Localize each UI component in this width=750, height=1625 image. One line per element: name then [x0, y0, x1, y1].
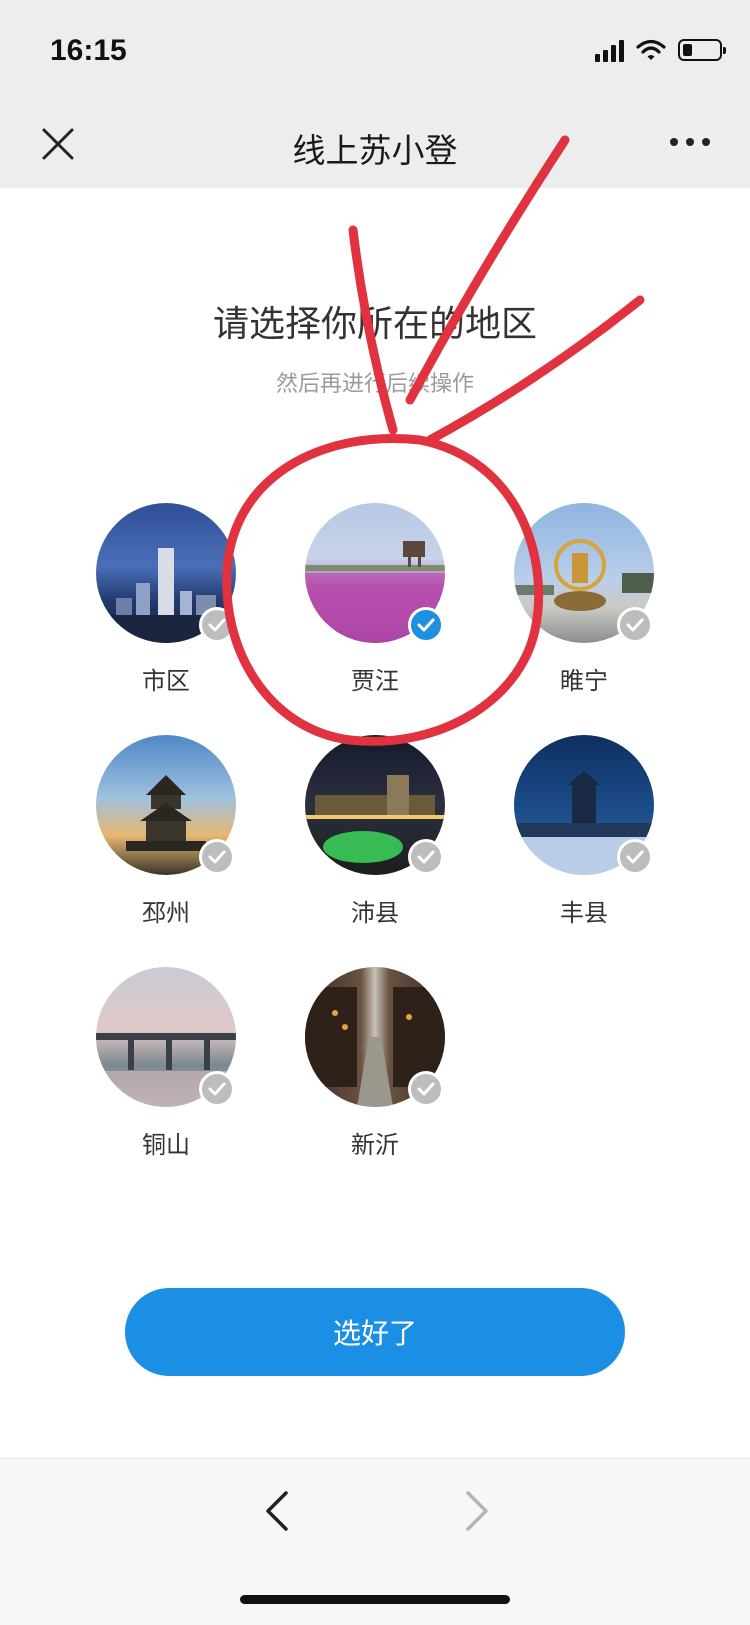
checkmark-icon — [408, 607, 444, 643]
region-option-peixian[interactable]: 沛县 — [295, 735, 455, 935]
checkmark-icon — [199, 607, 235, 643]
signal-icon — [595, 38, 624, 62]
region-label: 丰县 — [560, 899, 608, 927]
home-indicator — [240, 1595, 510, 1604]
status-bar: 16:15 — [0, 0, 750, 100]
region-label: 沛县 — [351, 899, 399, 927]
region-option-jiawang[interactable]: 贾汪 — [295, 503, 455, 703]
wifi-icon — [636, 39, 666, 60]
region-option-fengxian[interactable]: 丰县 — [504, 735, 664, 935]
region-option-tongshan[interactable]: 铜山 — [86, 967, 246, 1167]
region-label: 市区 — [142, 667, 190, 695]
region-label: 贾汪 — [351, 667, 399, 695]
region-option-shiqu[interactable]: 市区 — [86, 503, 246, 703]
region-option-xinyi[interactable]: 新沂 — [295, 967, 455, 1167]
checkmark-icon — [408, 1071, 444, 1107]
page-title: 请选择你所在的地区 — [212, 304, 537, 345]
forward-arrow-icon[interactable] — [462, 1489, 492, 1533]
more-icon[interactable] — [670, 138, 710, 146]
region-option-suining[interactable]: 睢宁 — [504, 503, 664, 703]
checkmark-icon — [199, 1071, 235, 1107]
region-label: 邳州 — [142, 899, 190, 927]
region-label: 铜山 — [142, 1131, 190, 1159]
page-subtitle: 然后再进行后续操作 — [275, 372, 474, 397]
checkmark-icon — [617, 607, 653, 643]
region-label: 新沂 — [351, 1131, 399, 1159]
region-label: 睢宁 — [560, 667, 608, 695]
checkmark-icon — [199, 839, 235, 875]
nav-bar: 线上苏小登 — [0, 100, 750, 188]
bottom-toolbar — [0, 1458, 750, 1625]
checkmark-icon — [617, 839, 653, 875]
checkmark-icon — [408, 839, 444, 875]
region-option-pizhou[interactable]: 邳州 — [86, 735, 246, 935]
status-icons — [595, 38, 726, 62]
nav-title: 线上苏小登 — [292, 131, 458, 170]
back-arrow-icon[interactable] — [262, 1489, 292, 1533]
confirm-button[interactable]: 选好了 — [125, 1288, 625, 1376]
battery-icon — [678, 39, 726, 61]
status-time: 16:15 — [50, 34, 127, 67]
